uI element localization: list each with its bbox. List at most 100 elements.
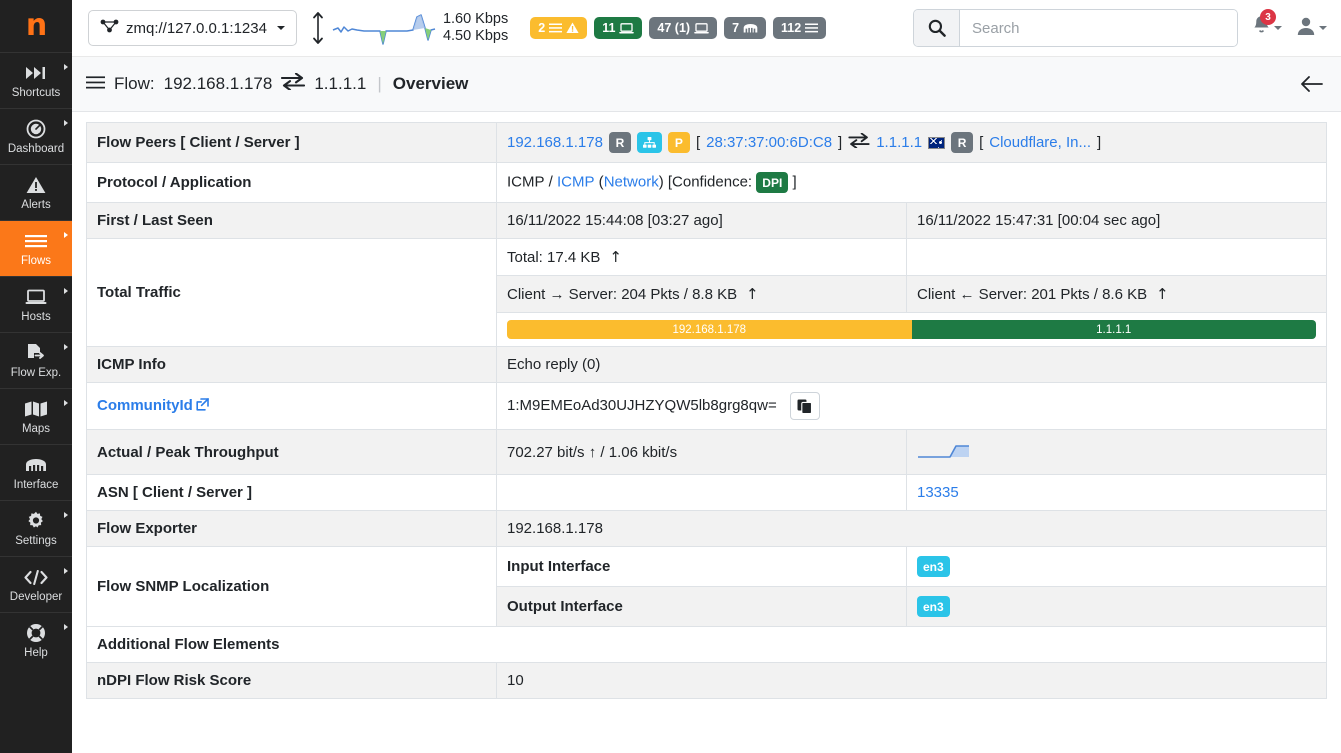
- sidebar-item-settings[interactable]: Settings: [0, 500, 72, 556]
- laptop-icon: [619, 22, 635, 33]
- protocol-master: ICMP: [507, 173, 545, 191]
- community-id-value-cell: 1:M9EMEoAd30UJHZYQW5lb8grg8qw=: [496, 382, 1327, 430]
- badge-count: 47 (1): [657, 21, 691, 35]
- traffic-rate-block: 1.60 Kbps 4.50 Kbps: [311, 10, 508, 46]
- output-interface-badge[interactable]: en3: [917, 596, 950, 617]
- table-row-flow-peers: Flow Peers [ Client / Server ] 192.168.1…: [86, 122, 1327, 163]
- sidebar-item-shortcuts[interactable]: Shortcuts: [0, 52, 72, 108]
- sidebar-item-flows[interactable]: Flows: [0, 220, 72, 276]
- client-badge-router[interactable]: R: [608, 132, 631, 153]
- row-label: Protocol / Application: [86, 162, 497, 203]
- row-label: Flow SNMP Localization: [86, 546, 497, 627]
- server-to-client-text: Client ← Server: 201 Pkts / 8.6 KB: [917, 286, 1148, 303]
- badge-alerts[interactable]: 2: [530, 17, 588, 39]
- search-box[interactable]: [913, 9, 1238, 47]
- server-badge-router[interactable]: R: [951, 132, 974, 153]
- badge-remote-hosts[interactable]: 47 (1): [649, 17, 718, 39]
- sidebar: n Shortcuts Dashboard Alerts Flows Hosts…: [0, 0, 72, 753]
- interface-selector[interactable]: zmq://127.0.0.1:1234: [88, 10, 297, 46]
- client-ip-link[interactable]: 192.168.1.178: [507, 134, 603, 151]
- flow-details-content: Flow Peers [ Client / Server ] 192.168.1…: [72, 112, 1341, 753]
- traffic-bar-server-segment: 1.1.1.1: [911, 320, 1316, 339]
- community-id-link[interactable]: CommunityId: [97, 397, 193, 414]
- asn-server-value-cell: 13335: [906, 474, 1327, 511]
- sidebar-item-maps[interactable]: Maps: [0, 388, 72, 444]
- badge-local-hosts[interactable]: 11: [594, 17, 643, 39]
- protocol-slash: /: [544, 173, 558, 191]
- input-interface-label: Input Interface: [496, 546, 907, 587]
- table-row-protocol: Protocol / Application ICMP / ICMP (Netw…: [86, 162, 1327, 203]
- ntopng-logo-text: n: [25, 8, 47, 43]
- user-menu-button[interactable]: [1296, 16, 1327, 41]
- client-badge-privacy[interactable]: P: [667, 132, 690, 153]
- server-org-link[interactable]: Cloudflare, In...: [989, 134, 1091, 151]
- list-icon: [549, 23, 563, 33]
- brand-logo[interactable]: n: [0, 0, 72, 52]
- client-to-server-value: Client → Server: 204 Pkts / 8.8 KB ↑: [496, 275, 907, 313]
- sidebar-item-interface[interactable]: Interface: [0, 444, 72, 500]
- sidebar-item-alerts[interactable]: Alerts: [0, 164, 72, 220]
- sidebar-item-hosts[interactable]: Hosts: [0, 276, 72, 332]
- fast-forward-icon: [26, 62, 46, 84]
- status-badges: 2 11 47 (1) 7 112: [530, 17, 827, 39]
- badge-count: 11: [602, 21, 616, 35]
- asn-server-link[interactable]: 13335: [917, 484, 959, 501]
- main-area: zmq://127.0.0.1:1234 1.60 Kbps 4.50 Kbps…: [72, 0, 1341, 753]
- search-input[interactable]: [960, 10, 1237, 46]
- notifications-button[interactable]: 3: [1252, 9, 1282, 41]
- sidebar-label: Developer: [9, 591, 63, 603]
- sidebar-item-flow-exporters[interactable]: Flow Exp.: [0, 332, 72, 388]
- server-ip-link[interactable]: 1.1.1.1: [876, 134, 922, 151]
- sidebar-label: Interface: [13, 479, 59, 491]
- icmp-info-value: Echo reply (0): [496, 346, 1327, 383]
- page-title: Flow: 192.168.1.178 1.1.1.1 | Overview: [86, 72, 469, 95]
- chevron-right-icon: [64, 568, 68, 574]
- search-icon[interactable]: [914, 10, 960, 46]
- sidebar-label: Shortcuts: [11, 87, 61, 99]
- first-seen-value: 16/11/2022 15:44:08 [03:27 ago]: [496, 202, 907, 239]
- protocol-category-link[interactable]: Network: [604, 173, 659, 190]
- warning-icon: [26, 174, 46, 196]
- trend-up-arrow-icon: ↑: [741, 285, 759, 303]
- row-label: CommunityId: [86, 382, 497, 430]
- row-value: 192.168.1.178 R P [ 28:37:37:00:6D:C8 ]: [496, 122, 1327, 163]
- bidirectional-arrows-icon: [848, 132, 870, 152]
- client-mac-link[interactable]: 28:37:37:00:6D:C8: [706, 134, 832, 151]
- badge-devices[interactable]: 7: [724, 17, 767, 39]
- table-row-total-traffic: Total Traffic Total: 17.4 KB ↑: [86, 238, 1327, 347]
- trend-up-arrow-icon: ↑: [1151, 285, 1169, 303]
- sidebar-label: Hosts: [21, 311, 51, 323]
- upload-rate: 4.50 Kbps: [442, 28, 509, 44]
- row-label: ASN [ Client / Server ]: [86, 474, 497, 511]
- sidebar-item-help[interactable]: Help: [0, 612, 72, 668]
- hamburger-icon[interactable]: [86, 74, 105, 94]
- client-badge-sitemap[interactable]: [636, 132, 662, 153]
- gauge-icon: [26, 118, 46, 140]
- badge-count: 7: [732, 21, 740, 35]
- sidebar-item-developer[interactable]: Developer: [0, 556, 72, 612]
- sidebar-label: Flow Exp.: [10, 367, 62, 379]
- tab-overview[interactable]: Overview: [393, 74, 469, 94]
- back-button[interactable]: [1300, 76, 1323, 92]
- laptop-icon: [25, 286, 47, 308]
- page-header: Flow: 192.168.1.178 1.1.1.1 | Overview: [72, 57, 1341, 112]
- badge-count: 112: [781, 21, 802, 35]
- notification-badge: 3: [1260, 9, 1276, 25]
- copy-button[interactable]: [789, 392, 820, 420]
- chevron-right-icon: [64, 512, 68, 518]
- country-flag-icon: [928, 136, 946, 149]
- sidebar-item-dashboard[interactable]: Dashboard: [0, 108, 72, 164]
- table-row-ndpi-risk-score: nDPI Flow Risk Score 10: [86, 662, 1327, 699]
- protocol-application-link[interactable]: ICMP: [557, 173, 595, 190]
- traffic-bar-client-segment: 192.168.1.178: [507, 320, 912, 339]
- input-interface-badge[interactable]: en3: [917, 556, 950, 577]
- alert-triangle-icon: [566, 22, 579, 33]
- row-label: First / Last Seen: [86, 202, 497, 239]
- traffic-rates: 1.60 Kbps 4.50 Kbps: [443, 11, 508, 45]
- flow-details-table: Flow Peers [ Client / Server ] 192.168.1…: [86, 122, 1327, 699]
- table-row-additional-flow-elements: Additional Flow Elements: [86, 626, 1327, 663]
- laptop-icon: [694, 22, 709, 33]
- badge-flows[interactable]: 112: [773, 17, 827, 39]
- sidebar-label: Flows: [20, 255, 52, 267]
- row-label: nDPI Flow Risk Score: [86, 662, 497, 699]
